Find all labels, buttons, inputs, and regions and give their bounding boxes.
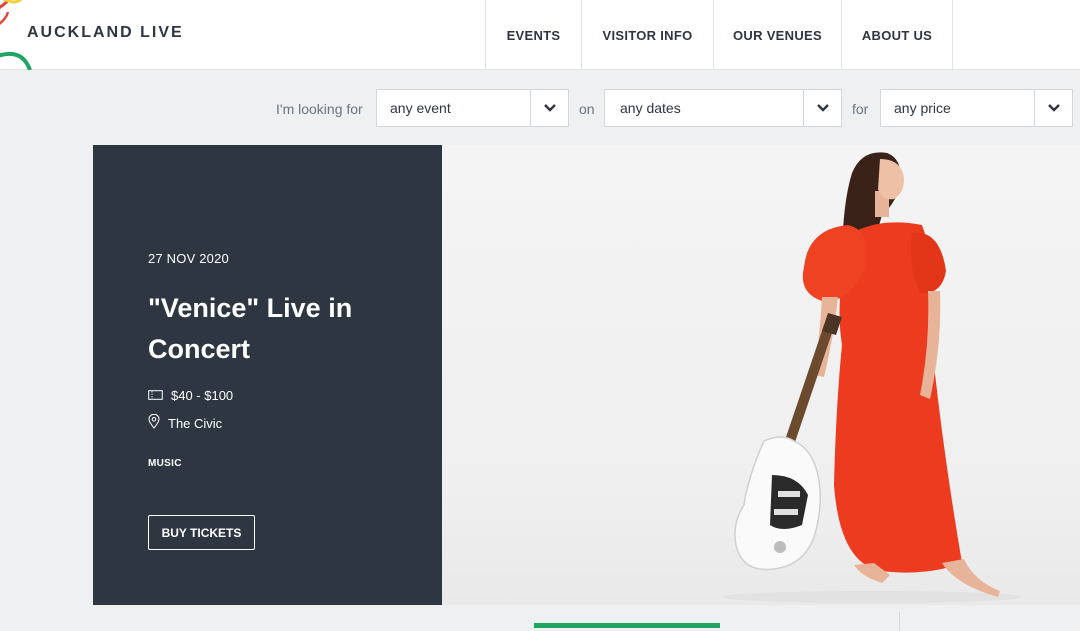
dates-value: any dates <box>620 100 681 116</box>
chevron-down-icon[interactable] <box>1034 90 1072 126</box>
site-logo[interactable]: AUCKLAND LIVE <box>27 24 184 42</box>
on-label: on <box>579 101 595 117</box>
for-label: for <box>852 101 869 117</box>
price-select[interactable]: any price <box>880 89 1073 127</box>
event-title[interactable]: "Venice" Live in Concert <box>148 288 408 370</box>
event-price: $40 - $100 <box>148 388 233 403</box>
nav-events[interactable]: EVENTS <box>485 0 581 70</box>
main-nav: EVENTS VISITOR INFO OUR VENUES ABOUT US <box>485 0 953 70</box>
buy-tickets-button[interactable]: BUY TICKETS <box>148 515 255 550</box>
event-type-select[interactable]: any event <box>376 89 569 127</box>
performer-photo <box>722 152 1022 603</box>
event-price-text: $40 - $100 <box>171 388 234 403</box>
nav-our-venues[interactable]: OUR VENUES <box>713 0 841 70</box>
nav-visitor-info[interactable]: VISITOR INFO <box>581 0 713 70</box>
featured-event-panel: 27 NOV 2020 "Venice" Live in Concert $40… <box>93 145 442 605</box>
looking-for-label: I'm looking for <box>276 101 363 117</box>
chevron-down-icon[interactable] <box>530 90 568 126</box>
carousel-progress <box>534 623 720 628</box>
chevron-down-icon[interactable] <box>803 90 841 126</box>
event-type-value: any event <box>390 100 451 116</box>
event-venue-text[interactable]: The Civic <box>168 416 222 431</box>
event-hero-image[interactable] <box>442 145 1080 605</box>
event-date: 27 NOV 2020 <box>148 251 229 266</box>
divider <box>899 612 900 631</box>
location-pin-icon <box>148 413 168 432</box>
ticket-icon <box>148 388 171 403</box>
nav-about-us[interactable]: ABOUT US <box>841 0 953 70</box>
site-header: AUCKLAND LIVE EVENTS VISITOR INFO OUR VE… <box>0 0 1080 70</box>
event-category[interactable]: MUSIC <box>148 458 182 469</box>
event-venue: The Civic <box>148 413 222 432</box>
price-value: any price <box>894 100 951 116</box>
dates-select[interactable]: any dates <box>604 89 842 127</box>
